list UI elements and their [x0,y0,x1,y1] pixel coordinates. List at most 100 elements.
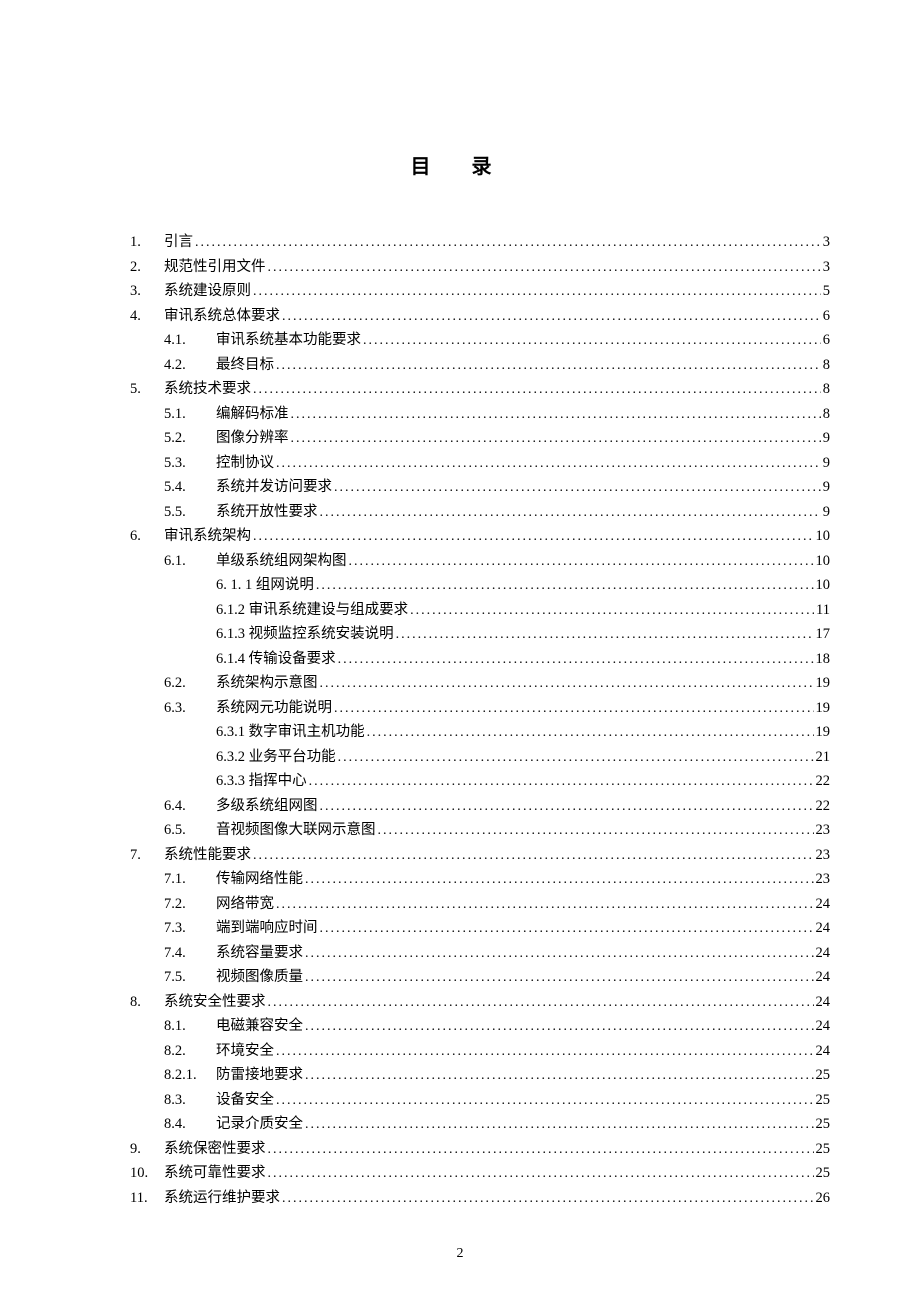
toc-entry-number: 7.1. [164,872,216,887]
toc-entry-label: 视频图像质量 [216,970,303,985]
toc-entry-page: 9 [823,431,830,446]
toc-entry-number: 8.1. [164,1019,216,1034]
toc-entry: 6.3.3 指挥中心 22 [90,774,830,789]
toc-entry: 11.系统运行维护要求26 [90,1191,830,1206]
toc-leader-dots [268,260,821,275]
toc-entry-label: 系统技术要求 [164,382,251,397]
toc-entry: 7.3.端到端响应时间24 [90,921,830,936]
toc-entry-label: 系统架构示意图 [216,676,318,691]
toc-leader-dots [282,309,821,324]
toc-entry-number: 7.4. [164,946,216,961]
toc-leader-dots [253,529,814,544]
toc-entry-page: 24 [816,897,831,912]
toc-entry: 6.4.多级系统组网图22 [90,799,830,814]
toc-leader-dots [320,505,821,520]
toc-entry-label: 6.1.3 视频监控系统安装说明 [216,627,394,642]
toc-leader-dots [305,1019,814,1034]
toc-entry-number: 6.3. [164,701,216,716]
toc-entry-label: 系统容量要求 [216,946,303,961]
toc-entry: 5.2.图像分辨率 9 [90,431,830,446]
toc-leader-dots [268,1142,814,1157]
toc-entry-label: 审讯系统基本功能要求 [216,333,361,348]
toc-entry-page: 24 [816,995,831,1010]
toc-leader-dots [276,897,814,912]
toc-entry-label: 6.3.2 业务平台功能 [216,750,336,765]
toc-entry-page: 3 [823,235,830,250]
toc-entry-number: 5.1. [164,407,216,422]
toc-entry-number: 5.2. [164,431,216,446]
toc-entry-page: 22 [816,774,831,789]
toc-entry-number: 8.4. [164,1117,216,1132]
toc-leader-dots [316,578,814,593]
toc-entry-label: 防雷接地要求 [216,1068,303,1083]
toc-entry-label: 6.3.3 指挥中心 [216,774,307,789]
toc-entry: 6.5.音视频图像大联网示意图23 [90,823,830,838]
toc-entry-number: 7.2. [164,897,216,912]
toc-entry-page: 19 [816,725,831,740]
toc-entry-number: 9. [130,1142,164,1157]
toc-entry-page: 25 [816,1093,831,1108]
toc-entry-label: 最终目标 [216,358,274,373]
toc-entry-number: 6.1. [164,554,216,569]
toc-entry-number: 6.4. [164,799,216,814]
toc-entry-page: 9 [823,505,830,520]
toc-entry-label: 6.1.2 审讯系统建设与组成要求 [216,603,408,618]
toc-entry-page: 3 [823,260,830,275]
toc-entry-page: 24 [816,921,831,936]
toc-entry-page: 10 [816,578,831,593]
toc-entry-label: 系统建设原则 [164,284,251,299]
toc-entry-number: 2. [130,260,164,275]
toc-leader-dots [320,799,814,814]
toc-entry-page: 25 [816,1068,831,1083]
toc-entry-page: 11 [816,603,830,618]
toc-entry-label: 图像分辨率 [216,431,289,446]
toc-entry: 9.系统保密性要求25 [90,1142,830,1157]
toc-leader-dots [291,431,821,446]
toc-entry-number: 7. [130,848,164,863]
toc-entry: 7.系统性能要求23 [90,848,830,863]
toc-entry-label: 环境安全 [216,1044,274,1059]
toc-entry-number: 6. [130,529,164,544]
toc-entry-page: 5 [823,284,830,299]
toc-entry-page: 18 [816,652,831,667]
toc-entry-page: 9 [823,456,830,471]
toc-entry: 2.规范性引用文件3 [90,260,830,275]
toc-entry: 8.系统安全性要求24 [90,995,830,1010]
toc-entry-number: 7.5. [164,970,216,985]
toc-entry: 6.2.系统架构示意图19 [90,676,830,691]
toc-entry: 4.审讯系统总体要求6 [90,309,830,324]
toc-leader-dots [410,603,814,618]
toc-leader-dots [338,652,814,667]
toc-entry-label: 电磁兼容安全 [216,1019,303,1034]
document-page: 目 录 1.引言32.规范性引用文件33.系统建设原则54.审讯系统总体要求64… [0,0,920,1302]
toc-entry: 7.5.视频图像质量24 [90,970,830,985]
toc-leader-dots [305,1068,814,1083]
toc-entry-page: 10 [816,554,831,569]
toc-entry-label: 设备安全 [216,1093,274,1108]
toc-entry: 4.2.最终目标8 [90,358,830,373]
toc-entry-label: 控制协议 [216,456,274,471]
toc-entry-label: 系统网元功能说明 [216,701,332,716]
toc-entry: 8.3.设备安全25 [90,1093,830,1108]
toc-entry-page: 25 [816,1117,831,1132]
toc-entry-page: 23 [816,872,831,887]
toc-entry-label: 引言 [164,235,193,250]
toc-entry-label: 系统可靠性要求 [164,1166,266,1181]
toc-entry: 5.5.系统开放性要求9 [90,505,830,520]
toc-entry-label: 系统并发访问要求 [216,480,332,495]
toc-leader-dots [253,382,821,397]
toc-entry-label: 多级系统组网图 [216,799,318,814]
page-number: 2 [0,1246,920,1262]
toc-leader-dots [367,725,814,740]
toc-entry-number: 6.5. [164,823,216,838]
toc-entry: 6.1.3 视频监控系统安装说明17 [90,627,830,642]
toc-entry-number: 8.2. [164,1044,216,1059]
toc-leader-dots [253,848,814,863]
toc-entry-label: 6.3.1 数字审讯主机功能 [216,725,365,740]
toc-entry-number: 5. [130,382,164,397]
toc-entry-page: 19 [816,701,831,716]
toc-leader-dots [276,1044,814,1059]
toc-entry-label: 6. 1. 1 组网说明 [216,578,314,593]
toc-leader-dots [334,701,814,716]
toc-entry: 5.1.编解码标准8 [90,407,830,422]
